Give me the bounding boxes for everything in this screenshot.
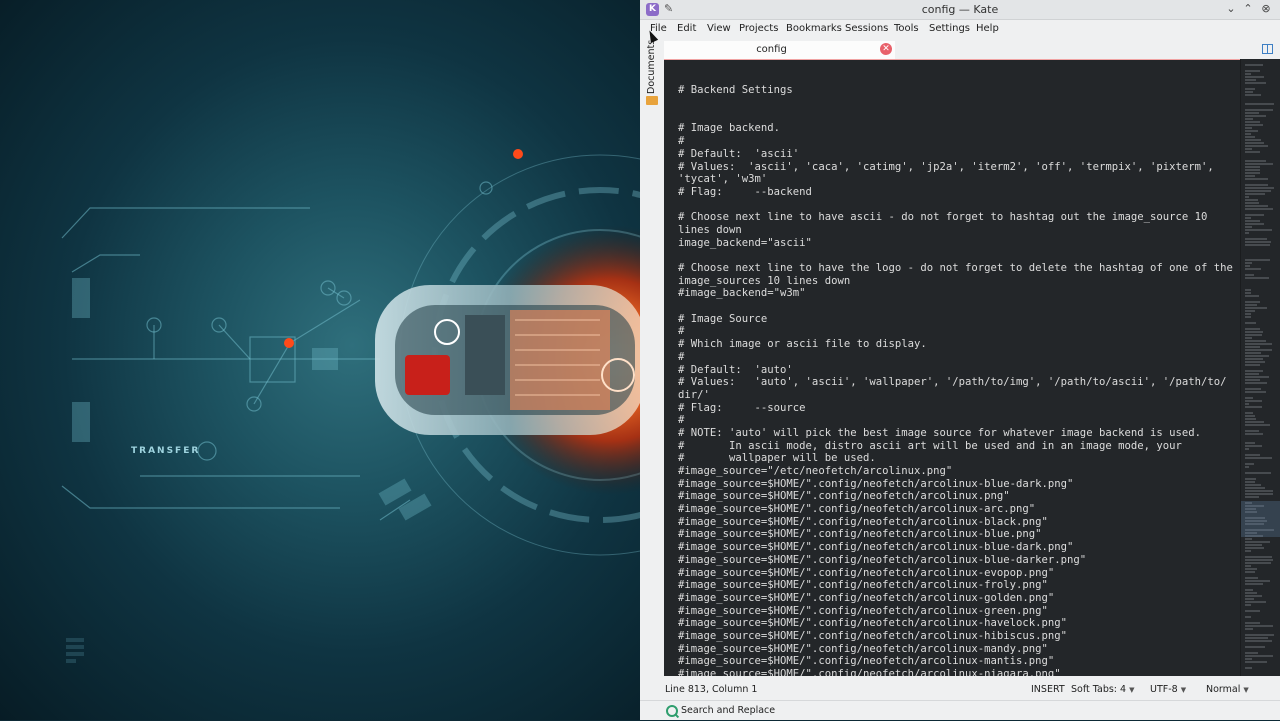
code-line: # Image backend. xyxy=(678,122,781,135)
code-line: #image_source="/etc/neofetch/arcolinux.p… xyxy=(678,465,953,477)
code-line: #image_source=$HOME/".config/neofetch/ar… xyxy=(678,655,1055,668)
code-line: # Choose next line to have ascii - do no… xyxy=(678,211,1208,224)
minimize-icon[interactable]: ⌄ xyxy=(1224,2,1238,16)
code-line: #image_source=$HOME/".config/neofetch/ar… xyxy=(678,668,1061,676)
code-line: #image_source=$HOME/".config/neofetch/ar… xyxy=(678,503,1036,516)
code-line: image_sources 10 lines down xyxy=(678,274,851,287)
code-text: # Backend Settings # Image backend. # # Def… xyxy=(678,59,1233,676)
maximize-icon[interactable]: ⌃ xyxy=(1241,2,1255,16)
cursor-position[interactable]: Line 813, Column 1 xyxy=(665,684,757,695)
window-title: config — Kate xyxy=(921,3,999,16)
tab-label: config xyxy=(756,44,787,55)
status-bar: Line 813, Column 1 INSERT Soft Tabs: 4 ▼… xyxy=(640,676,1280,700)
input-mode[interactable]: INSERT xyxy=(1031,684,1065,695)
tab-config[interactable]: config ✕ xyxy=(664,41,895,61)
code-line: # Backend Settings xyxy=(678,84,793,97)
code-line: #image_source=$HOME/".config/neofetch/ar… xyxy=(678,490,1010,503)
code-line: #image_source=$HOME/".config/neofetch/ar… xyxy=(678,515,1048,528)
search-icon[interactable] xyxy=(666,705,678,717)
code-line: image_backend="ascii" xyxy=(678,236,812,249)
close-window-icon[interactable]: ⊗ xyxy=(1259,2,1273,16)
code-line: #image_source=$HOME/".config/neofetch/ar… xyxy=(678,566,1055,579)
indent-label: Soft Tabs: 4 xyxy=(1071,684,1127,695)
menu-edit[interactable]: Edit xyxy=(677,23,696,34)
code-line: #image_source=$HOME/".config/neofetch/ar… xyxy=(678,591,1055,604)
wallpaper-artwork xyxy=(61,149,640,663)
code-line: # Flag: --backend xyxy=(678,185,812,198)
transfer-label: TRANSFER xyxy=(131,446,201,456)
code-line: 'tycat', 'w3m' xyxy=(678,173,768,186)
code-line: # Choose next line to have the logo - do… xyxy=(678,262,1233,274)
code-line: # xyxy=(678,414,685,427)
code-line: #image_source=$HOME/".config/neofetch/ar… xyxy=(678,579,1048,592)
folder-icon[interactable] xyxy=(646,96,658,105)
menu-settings[interactable]: Settings xyxy=(929,23,970,34)
bottom-tool-panel: Search and Replace xyxy=(640,700,1280,721)
code-line: # NOTE: 'auto' will pick the best image … xyxy=(678,426,1201,439)
encoding-label: UTF-8 xyxy=(1150,684,1178,695)
indent-settings[interactable]: Soft Tabs: 4 ▼ xyxy=(1071,684,1134,695)
code-line: # Default: 'auto' xyxy=(678,363,793,376)
code-line: # Image Source xyxy=(678,312,768,325)
left-sidebar-strip xyxy=(640,40,664,676)
menu-view[interactable]: View xyxy=(707,23,731,34)
chevron-down-icon: ▼ xyxy=(1180,686,1187,694)
menu-help[interactable]: Help xyxy=(976,23,999,34)
code-editor[interactable]: # Backend Settings # Image backend. # # Def… xyxy=(664,59,1240,676)
code-line: #image_source=$HOME/".config/neofetch/ar… xyxy=(678,528,1042,541)
menu-tools[interactable]: Tools xyxy=(894,23,919,34)
code-line: #image_source=$HOME/".config/neofetch/ar… xyxy=(678,642,1048,655)
code-line: #image_source=$HOME/".config/neofetch/ar… xyxy=(678,541,1074,554)
code-line: dir/' xyxy=(678,388,710,401)
code-line: # xyxy=(678,135,685,148)
code-line: # Values: 'auto', 'ascii', 'wallpaper', … xyxy=(678,376,1227,389)
code-line: #image_source=$HOME/".config/neofetch/ar… xyxy=(678,553,1087,566)
code-line: #image_source=$HOME/".config/neofetch/ar… xyxy=(678,477,1074,490)
code-line: # Which image or ascii file to display. xyxy=(678,338,927,351)
highlight-label: Normal xyxy=(1206,684,1241,695)
desktop-wallpaper: TRANSFER xyxy=(0,0,640,720)
code-line: # xyxy=(678,325,685,338)
code-line: # Default: 'ascii' xyxy=(678,147,800,160)
tab-bar: config ✕ xyxy=(664,40,1280,61)
code-line: # xyxy=(678,350,685,363)
encoding-selector[interactable]: UTF-8 ▼ xyxy=(1150,684,1186,695)
code-line: lines down xyxy=(678,223,742,236)
kate-window: K ✎ config — Kate ⌄ ⌃ ⊗ File Edit View P… xyxy=(640,0,1280,720)
code-line: # Flag: --source xyxy=(678,401,806,414)
highlight-mode-selector[interactable]: Normal ▼ xyxy=(1206,684,1249,695)
documents-sidebar-tab[interactable]: Documents xyxy=(646,40,658,94)
search-and-replace-tab[interactable]: Search and Replace xyxy=(681,705,775,716)
close-tab-icon[interactable]: ✕ xyxy=(880,43,892,55)
code-line: # In ascii mode, distro ascii art will b… xyxy=(678,439,1182,452)
title-bar[interactable]: K ✎ config — Kate ⌄ ⌃ ⊗ xyxy=(640,0,1280,20)
minimap-scrollbar[interactable] xyxy=(1240,59,1280,676)
chevron-down-icon: ▼ xyxy=(1129,686,1135,694)
menu-bar: File Edit View Projects Bookmarks Sessio… xyxy=(640,20,1280,40)
editor-top-border xyxy=(664,59,1240,60)
menu-sessions[interactable]: Sessions xyxy=(845,23,888,34)
split-view-icon[interactable] xyxy=(1262,44,1273,54)
code-line: #image_backend="w3m" xyxy=(678,287,806,300)
code-line: #image_source=$HOME/".config/neofetch/ar… xyxy=(678,617,1068,630)
code-line: # wallpaper will be used. xyxy=(678,452,876,465)
minimap-preview xyxy=(1245,64,1274,669)
chevron-down-icon: ▼ xyxy=(1243,686,1249,694)
menu-bookmarks[interactable]: Bookmarks xyxy=(786,23,842,34)
minimap-viewport[interactable] xyxy=(1241,501,1280,537)
code-line: # Values: 'ascii', 'caca', 'catimg', 'jp… xyxy=(678,160,1214,173)
code-line: #image_source=$HOME/".config/neofetch/ar… xyxy=(678,629,1068,642)
menu-projects[interactable]: Projects xyxy=(739,23,778,34)
code-line: #image_source=$HOME/".config/neofetch/ar… xyxy=(678,604,1048,617)
